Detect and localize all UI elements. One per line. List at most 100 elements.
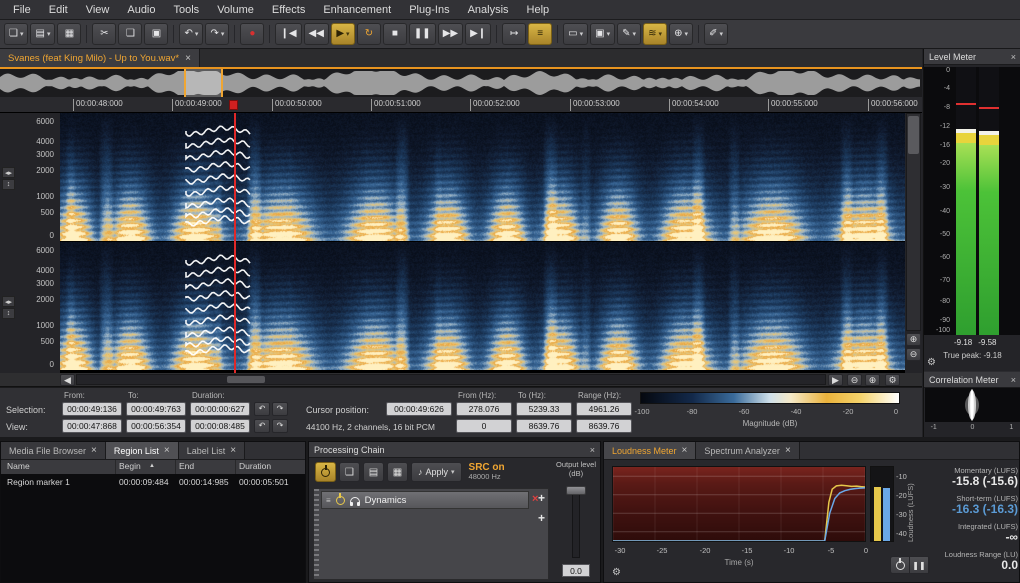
selection-undo-button[interactable]: ↶ (254, 402, 270, 416)
headphones-icon[interactable] (349, 496, 360, 506)
vertical-scrollbar-thumb[interactable] (908, 116, 919, 154)
channel-pan-widget[interactable]: ◂▸ (2, 167, 15, 178)
view-settings-button[interactable]: ⚙ (885, 374, 900, 386)
tab-label-list[interactable]: Label List × (178, 442, 246, 459)
view-range-hz-field[interactable]: 8639.76 (576, 419, 632, 433)
column-end[interactable]: End (179, 461, 194, 471)
retouch-tool-button[interactable]: ✐ ▾ (704, 23, 729, 45)
record-button[interactable]: ● (240, 23, 265, 45)
close-icon[interactable]: × (682, 445, 688, 456)
channel-zoom-widget[interactable]: ↕ (2, 179, 15, 190)
close-icon[interactable]: × (230, 445, 236, 456)
chain-open-button[interactable]: ▤ (363, 462, 384, 482)
output-level-slider-handle[interactable] (566, 486, 586, 495)
cut-button[interactable]: ✂ (92, 23, 117, 45)
menu-analysis[interactable]: Analysis (459, 2, 518, 18)
go-to-end-button[interactable]: ▶❙ (465, 23, 492, 45)
channel-zoom-widget[interactable]: ↕ (2, 308, 15, 319)
close-icon[interactable]: × (164, 445, 170, 456)
scroll-left-button[interactable]: ◀ (60, 374, 75, 386)
cursor-position-field[interactable]: 00:00:49:626 (386, 402, 452, 416)
selection-from-field[interactable]: 00:00:49:136 (62, 402, 122, 416)
horizontal-scrollbar-thumb[interactable] (227, 376, 265, 383)
menu-plugins[interactable]: Plug-Ins (400, 2, 458, 18)
region-tool-button[interactable]: ▣ ▾ (590, 23, 616, 45)
loudness-settings-icon[interactable]: ⚙ (612, 567, 621, 578)
harmonics-tool-button[interactable]: ≋ ▾ (643, 23, 668, 45)
channel-pan-widget[interactable]: ◂▸ (2, 296, 15, 307)
tab-spectrum-analyzer[interactable]: Spectrum Analyzer × (696, 442, 800, 459)
tab-region-list[interactable]: Region List × (105, 442, 179, 459)
pause-button[interactable]: ❚❚ (408, 23, 436, 45)
table-row[interactable]: Region marker 1 00:00:09:484 00:00:14:98… (1, 476, 305, 489)
selection-from-hz-field[interactable]: 278.076 (456, 402, 512, 416)
redo-button[interactable]: ↷ ▾ (205, 23, 230, 45)
menu-tools[interactable]: Tools (165, 2, 209, 18)
menu-view[interactable]: View (77, 2, 119, 18)
view-to-hz-field[interactable]: 8639.76 (516, 419, 572, 433)
menu-volume[interactable]: Volume (208, 2, 263, 18)
selection-to-hz-field[interactable]: 5239.33 (516, 402, 572, 416)
chain-copy-button[interactable]: ❑ (339, 462, 360, 482)
view-to-field[interactable]: 00:00:56:354 (126, 419, 186, 433)
undo-button[interactable]: ↶ ▾ (179, 23, 204, 45)
view-from-hz-field[interactable]: 0 (456, 419, 512, 433)
column-duration[interactable]: Duration (239, 461, 271, 471)
apply-button[interactable]: ♪ Apply ▾ (411, 462, 462, 482)
zoom-in-button[interactable]: ⊕ (865, 374, 880, 386)
chain-item-dynamics[interactable]: ≡ Dynamics (321, 491, 529, 509)
timeline-ruler[interactable]: 00:00:48:000 00:00:49:000 00:00:50:000 0… (0, 97, 922, 113)
menu-audio[interactable]: Audio (118, 2, 164, 18)
go-to-start-button[interactable]: ❙◀ (275, 23, 302, 45)
close-icon[interactable]: × (1011, 52, 1016, 62)
rewind-button[interactable]: ◀◀ (303, 23, 329, 45)
loudness-pause-button[interactable]: ❚❚ (910, 557, 929, 573)
menu-help[interactable]: Help (518, 2, 559, 18)
new-file-button[interactable]: ❏ ▾ (4, 23, 29, 45)
zoom-out-button[interactable]: ⊖ (906, 348, 921, 361)
document-tab[interactable]: Svanes (feat King Milo) - Up to You.wav*… (0, 49, 200, 67)
loop-playback-button[interactable]: ↻ (356, 23, 381, 45)
stop-button[interactable]: ■ (382, 23, 407, 45)
tab-loudness-meter[interactable]: Loudness Meter × (604, 442, 697, 459)
selection-tool-button[interactable]: ▭ ▾ (563, 23, 589, 45)
tab-media-file-browser[interactable]: Media File Browser × (1, 442, 106, 459)
save-button[interactable]: ▦ (57, 23, 82, 45)
vertical-scrollbar[interactable] (906, 113, 921, 331)
fast-forward-button[interactable]: ▶▶ (437, 23, 464, 45)
output-level-value[interactable]: 0.0 (562, 564, 590, 577)
overview-marker[interactable] (221, 69, 223, 97)
menu-file[interactable]: File (4, 2, 40, 18)
power-icon[interactable] (335, 495, 345, 505)
paste-button[interactable]: ▣ (144, 23, 169, 45)
playhead-handle[interactable] (229, 100, 238, 110)
follow-playback-button[interactable]: ↦ (502, 23, 527, 45)
close-icon[interactable]: × (185, 53, 191, 64)
view-duration-field[interactable]: 00:00:08:485 (190, 419, 250, 433)
view-from-field[interactable]: 00:00:47:868 (62, 419, 122, 433)
column-begin[interactable]: Begin (119, 461, 141, 471)
scroll-right-button[interactable]: ▶ (828, 374, 843, 386)
open-file-button[interactable]: ▤ ▾ (30, 23, 56, 45)
selection-redo-button[interactable]: ↷ (272, 402, 288, 416)
close-icon[interactable]: × (785, 445, 791, 456)
chain-save-button[interactable]: ▦ (387, 462, 408, 482)
view-undo-button[interactable]: ↶ (254, 419, 270, 433)
view-redo-button[interactable]: ↷ (272, 419, 288, 433)
menu-enhancement[interactable]: Enhancement (314, 2, 400, 18)
close-icon[interactable]: × (590, 445, 595, 455)
copy-button[interactable]: ❑ (118, 23, 143, 45)
close-icon[interactable]: × (91, 445, 97, 456)
waveform-overview[interactable] (0, 69, 922, 97)
selection-range-hz-field[interactable]: 4961.26 (576, 402, 632, 416)
selection-to-field[interactable]: 00:00:49:763 (126, 402, 186, 416)
chain-power-button[interactable] (315, 462, 336, 482)
menu-effects[interactable]: Effects (263, 2, 314, 18)
play-button[interactable]: ▶ ▾ (330, 23, 355, 45)
add-effect-button[interactable]: + (538, 491, 545, 505)
selection-duration-field[interactable]: 00:00:00:627 (190, 402, 250, 416)
zoom-in-button[interactable]: ⊕ (906, 333, 921, 346)
zoom-tool-button[interactable]: ⊕ ▾ (669, 23, 694, 45)
spectrogram-view-button[interactable]: ≡ (528, 23, 553, 45)
close-icon[interactable]: × (1011, 375, 1016, 385)
